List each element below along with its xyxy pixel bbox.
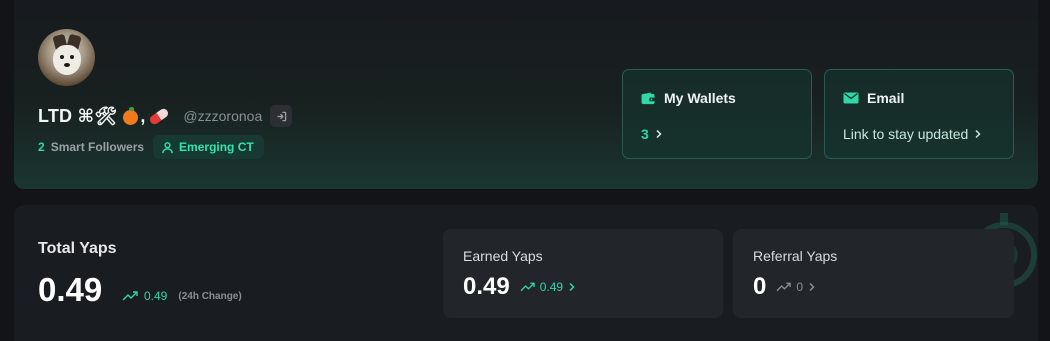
wallets-count-row[interactable]: 3 (641, 126, 663, 142)
referral-yaps-value-row: 0 0 (753, 273, 816, 301)
referral-yaps-change-value: 0 (796, 280, 804, 294)
wallets-count: 3 (641, 126, 649, 142)
meta-row: 2 Smart Followers Emerging CT (38, 135, 264, 159)
display-name: LTD ⌘🛠 (38, 105, 118, 126)
avatar-eye (70, 55, 74, 59)
referral-yaps-change[interactable]: 0 (776, 280, 816, 294)
avatar-face (53, 45, 81, 75)
mail-icon (843, 92, 859, 104)
trend-up-icon (520, 282, 535, 292)
email-title: Email (867, 90, 905, 106)
chevron-right-icon (975, 129, 981, 139)
referral-yaps-title: Referral Yaps (753, 248, 838, 264)
trend-up-icon (122, 291, 138, 301)
logout-button[interactable] (270, 105, 293, 127)
total-yaps-title: Total Yaps (38, 240, 117, 257)
name-comma: , (140, 105, 146, 126)
earned-yaps-value-row: 0.49 0.49 (463, 273, 576, 301)
chevron-right-icon (809, 282, 815, 292)
tier-label: Emerging CT (179, 140, 254, 154)
chevron-right-icon (656, 129, 662, 139)
orange-emoji-icon (123, 106, 139, 125)
yaps-panel: Total Yaps 0.49 0.49 (24h Change) Earned… (14, 205, 1038, 341)
person-icon (162, 141, 173, 153)
total-yaps-value: 0.49 (38, 271, 103, 308)
tier-badge: Emerging CT (153, 135, 264, 159)
earned-yaps-card[interactable]: Earned Yaps 0.49 0.49 (443, 229, 723, 318)
smart-followers-count: 2 (38, 140, 45, 154)
email-card[interactable]: Email Link to stay updated (824, 69, 1014, 159)
email-title-row: Email (843, 90, 904, 106)
wallets-title: My Wallets (664, 90, 736, 106)
total-yaps-change-note: (24h Change) (178, 290, 242, 302)
smart-followers-label: Smart Followers (50, 140, 145, 154)
earned-yaps-change[interactable]: 0.49 (520, 280, 576, 294)
earned-yaps-value: 0.49 (463, 273, 510, 300)
my-wallets-card[interactable]: My Wallets 3 (622, 69, 812, 159)
referral-yaps-value: 0 (753, 273, 767, 300)
total-yaps-change: 0.49 (24h Change) (122, 289, 242, 303)
wallets-title-row: My Wallets (641, 90, 736, 106)
earned-yaps-title: Earned Yaps (463, 248, 543, 264)
wallet-icon (641, 91, 655, 104)
email-link-row[interactable]: Link to stay updated (843, 126, 982, 142)
chevron-right-icon (569, 282, 575, 292)
trend-up-icon (776, 282, 792, 292)
avatar-eye (60, 55, 64, 59)
avatar[interactable] (38, 29, 95, 86)
referral-yaps-card[interactable]: Referral Yaps 0 0 (733, 229, 1014, 318)
user-handle: @zzzoronoa (183, 108, 263, 124)
avatar-nose (64, 63, 70, 67)
earned-yaps-change-value: 0.49 (539, 280, 564, 294)
email-link[interactable]: Link to stay updated (843, 126, 968, 142)
logout-icon (277, 111, 287, 121)
pill-emoji-icon (148, 106, 171, 126)
name-row: LTD ⌘🛠 , @zzzoronoa (38, 104, 293, 128)
total-yaps-change-value: 0.49 (144, 289, 168, 303)
